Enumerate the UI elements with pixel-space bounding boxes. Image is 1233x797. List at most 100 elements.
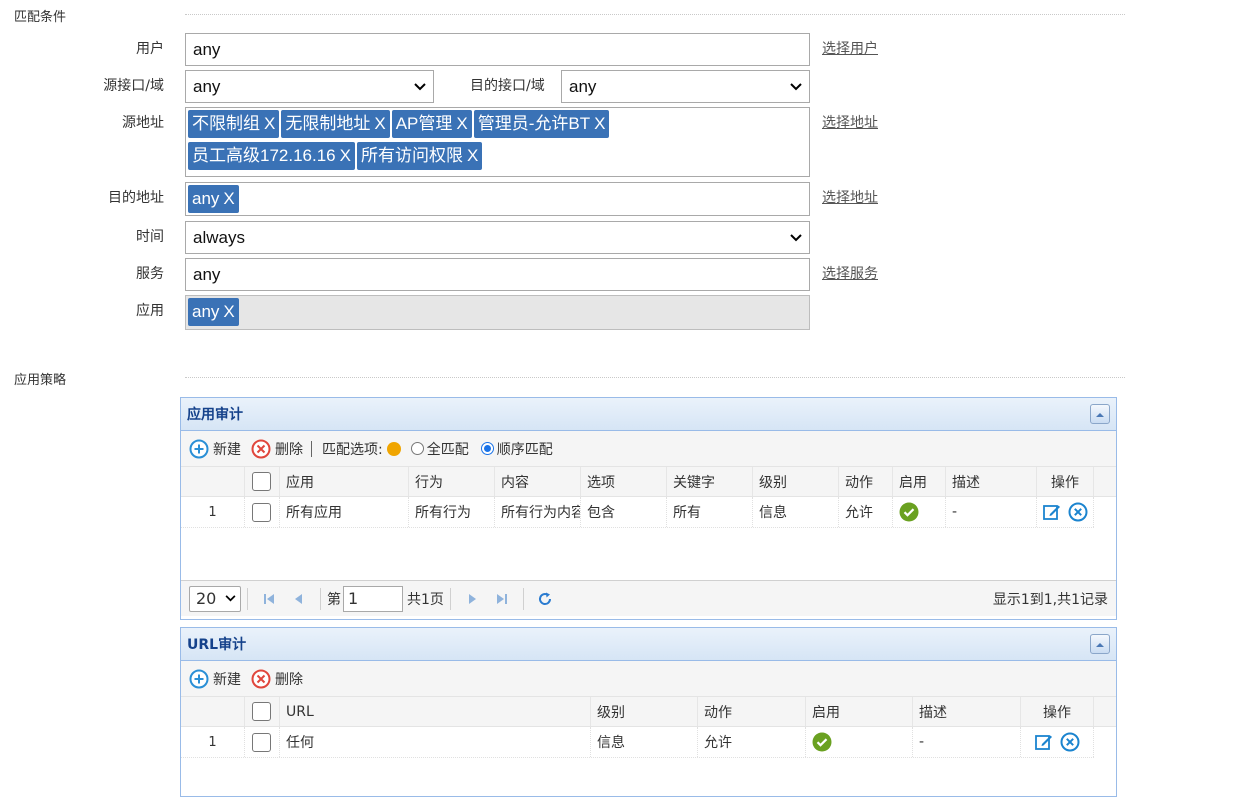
select-all-checkbox[interactable]	[252, 702, 271, 721]
src-iface-select[interactable]: any	[185, 70, 434, 103]
delete-button[interactable]: 删除	[251, 439, 303, 459]
cell-content: 所有行为内容	[495, 497, 581, 527]
time-select[interactable]: always	[185, 221, 810, 254]
row-checkbox[interactable]	[252, 502, 271, 522]
cell-actions	[1037, 497, 1094, 527]
address-tag: AP管理 X	[391, 110, 472, 138]
dst-iface-value: any	[569, 76, 597, 96]
app-audit-grid: 应用 行为 内容 选项 关键字 级别 动作 启用 描述 操作 1 所有应用 所有…	[181, 466, 1116, 580]
grid-header-row: 应用 行为 内容 选项 关键字 级别 动作 启用 描述 操作	[181, 466, 1116, 497]
select-user-link[interactable]: 选择用户	[822, 38, 878, 58]
next-page-icon	[468, 593, 476, 604]
row-number: 1	[181, 497, 245, 527]
radio-order-match[interactable]	[480, 442, 494, 455]
cell-action: 允许	[698, 727, 806, 757]
dst-addr-tagbox[interactable]: any X	[185, 182, 810, 216]
remove-tag-button[interactable]: X	[264, 114, 275, 133]
next-page-button[interactable]	[461, 588, 483, 610]
url-audit-header: URL审计	[181, 628, 1116, 661]
col-header[interactable]: 内容	[495, 467, 581, 496]
prev-page-button[interactable]	[288, 588, 310, 610]
chevron-up-icon	[1096, 642, 1104, 647]
user-input[interactable]: any	[185, 33, 810, 66]
select-dst-addr-link[interactable]: 选择地址	[822, 187, 878, 207]
info-icon	[386, 441, 401, 456]
row-checkbox[interactable]	[252, 732, 271, 752]
remove-tag-button[interactable]: X	[374, 114, 385, 133]
col-header[interactable]: 选项	[581, 467, 667, 496]
first-page-button[interactable]	[258, 588, 280, 610]
add-circle-icon	[189, 439, 209, 458]
chevron-down-icon	[225, 595, 236, 602]
remove-tag-button[interactable]: X	[467, 146, 478, 165]
refresh-button[interactable]	[534, 588, 556, 610]
dst-iface-select[interactable]: any	[561, 70, 810, 103]
select-all-checkbox[interactable]	[252, 472, 271, 491]
collapse-button[interactable]	[1090, 404, 1110, 424]
cell-enabled[interactable]	[893, 497, 946, 527]
col-header: 操作	[1037, 467, 1094, 496]
delete-button[interactable]: 删除	[251, 669, 303, 689]
select-service-link[interactable]: 选择服务	[822, 263, 878, 283]
col-header[interactable]: 行为	[409, 467, 495, 496]
remove-tag-button[interactable]: X	[456, 114, 467, 133]
delete-circle-icon[interactable]	[1068, 502, 1088, 522]
col-header[interactable]: 启用	[806, 697, 913, 726]
col-header: 操作	[1021, 697, 1094, 726]
col-header[interactable]: 应用	[280, 467, 409, 496]
check-circle-icon	[899, 502, 919, 522]
cell-desc: -	[946, 497, 1037, 527]
src-iface-value: any	[193, 76, 221, 96]
col-header[interactable]: 关键字	[667, 467, 753, 496]
edit-icon[interactable]	[1034, 732, 1054, 752]
remove-tag-button[interactable]: X	[340, 146, 351, 165]
address-tag: any X	[188, 185, 239, 213]
last-page-button[interactable]	[491, 588, 513, 610]
cell-actions	[1021, 727, 1094, 757]
collapse-button[interactable]	[1090, 634, 1110, 654]
col-header[interactable]: 描述	[913, 697, 1021, 726]
all-match-label: 全匹配	[426, 441, 469, 458]
new-button[interactable]: 新建	[189, 669, 241, 689]
remove-tag-button[interactable]: X	[223, 189, 234, 208]
page-number-input[interactable]: 1	[343, 585, 403, 612]
chevron-down-icon	[789, 231, 803, 245]
select-src-addr-link[interactable]: 选择地址	[822, 112, 878, 132]
order-match-label: 顺序匹配	[496, 441, 553, 458]
src-iface-label: 源接口/域	[103, 78, 164, 94]
remove-tag-button[interactable]: X	[594, 114, 605, 133]
col-header[interactable]: 级别	[591, 697, 698, 726]
service-input[interactable]: any	[185, 258, 810, 291]
col-header[interactable]: 描述	[946, 467, 1037, 496]
prev-page-icon	[295, 593, 302, 604]
radio-all-match[interactable]	[410, 442, 424, 455]
src-addr-tagbox[interactable]: 不限制组 X 无限制地址 X AP管理 X 管理员-允许BT X 员工高级172.16.16 X…	[185, 107, 810, 177]
app-audit-title: 应用审计	[187, 407, 243, 423]
new-button[interactable]: 新建	[189, 439, 241, 459]
cell-enabled[interactable]	[806, 727, 913, 757]
address-tag: 无限制地址 X	[281, 110, 390, 138]
col-header[interactable]: 动作	[839, 467, 893, 496]
service-label: 服务	[136, 266, 164, 282]
edit-icon[interactable]	[1042, 502, 1062, 522]
url-audit-title: URL审计	[187, 637, 247, 653]
url-audit-panel: URL审计 新建 删除 URL 级别 动作 启用 描述 操作 1 任何 信息 允…	[180, 627, 1117, 797]
url-audit-grid-body: 1 任何 信息 允许 -	[181, 727, 1116, 758]
cell-action: 允许	[839, 497, 893, 527]
col-header[interactable]: 启用	[893, 467, 946, 496]
page-size-select[interactable]: 20	[189, 585, 241, 612]
pager-summary: 显示1到1,共1记录	[992, 591, 1108, 608]
col-header[interactable]: 动作	[698, 697, 806, 726]
delete-circle-icon[interactable]	[1060, 732, 1080, 752]
check-circle-icon	[812, 732, 832, 752]
cell-desc: -	[913, 727, 1021, 757]
table-row[interactable]: 1 任何 信息 允许 -	[181, 727, 1094, 758]
table-row[interactable]: 1 所有应用 所有行为 所有行为内容 包含 所有 信息 允许 -	[181, 497, 1094, 528]
dst-addr-label: 目的地址	[108, 190, 164, 206]
app-label: 应用	[136, 303, 164, 319]
chevron-down-icon	[413, 80, 427, 94]
match-section-title: 匹配条件	[14, 10, 67, 25]
col-header[interactable]: URL	[280, 697, 591, 726]
section-divider	[185, 377, 1125, 378]
col-header[interactable]: 级别	[753, 467, 839, 496]
